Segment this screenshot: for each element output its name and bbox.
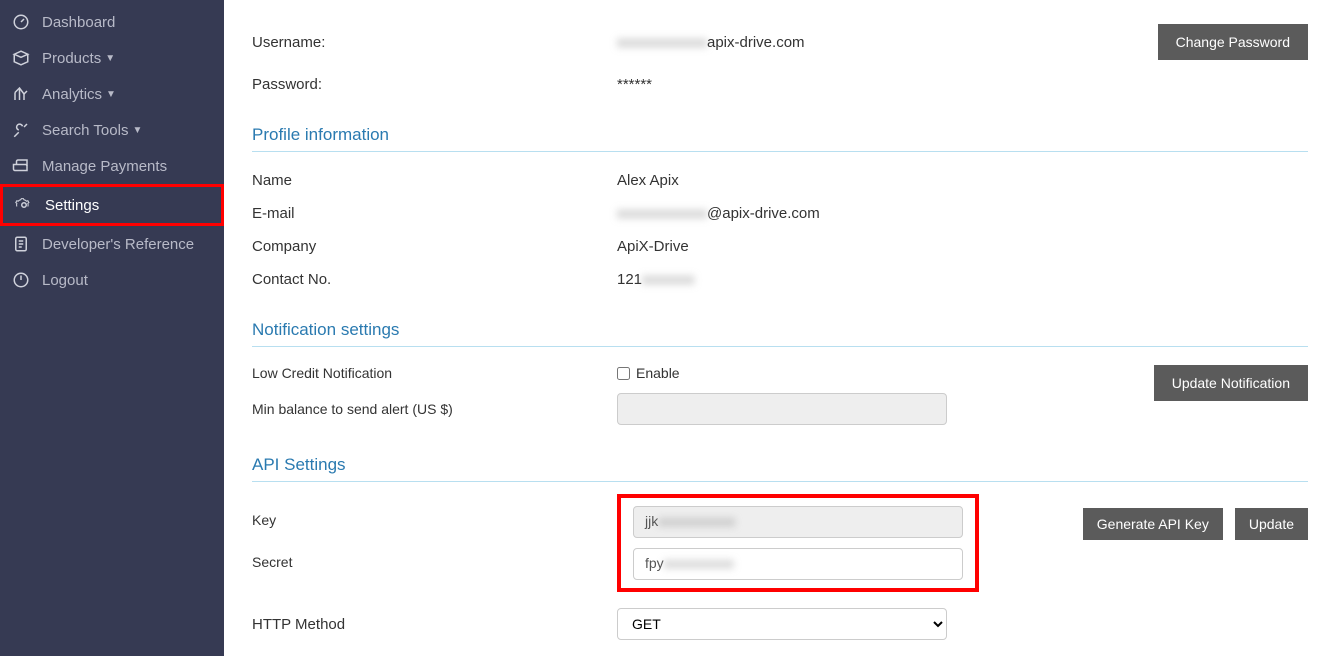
chevron-down-icon: ▼ <box>106 89 116 100</box>
sidebar-item-analytics[interactable]: Analytics ▼ <box>0 76 224 112</box>
chevron-down-icon: ▼ <box>132 125 142 136</box>
sidebar-item-label: Manage Payments <box>42 158 167 175</box>
low-credit-label: Low Credit Notification <box>252 365 617 381</box>
name-label: Name <box>252 172 617 189</box>
password-value: ****** <box>617 76 1108 93</box>
sidebar-item-label: Search Tools <box>42 122 128 139</box>
chevron-down-icon: ▼ <box>105 53 115 64</box>
logout-icon <box>10 269 32 291</box>
sidebar-item-label: Logout <box>42 272 88 289</box>
email-value: xxxxxxxxxxxx@apix-drive.com <box>617 205 1308 222</box>
sidebar-item-settings[interactable]: Settings <box>0 184 224 226</box>
enable-label: Enable <box>636 365 680 381</box>
update-notification-button[interactable]: Update Notification <box>1154 365 1308 401</box>
sidebar-item-label: Analytics <box>42 86 102 103</box>
sidebar-item-dashboard[interactable]: Dashboard <box>0 4 224 40</box>
update-api-button[interactable]: Update <box>1235 508 1308 540</box>
sidebar-item-label: Products <box>42 50 101 67</box>
generate-api-key-button[interactable]: Generate API Key <box>1083 508 1223 540</box>
email-label: E-mail <box>252 205 617 222</box>
http-method-select[interactable]: GET <box>617 608 947 640</box>
sidebar-item-search-tools[interactable]: Search Tools ▼ <box>0 112 224 148</box>
api-secret-label: Secret <box>252 554 617 570</box>
username-label: Username: <box>252 34 617 51</box>
company-value: ApiX-Drive <box>617 238 1308 255</box>
contact-label: Contact No. <box>252 271 617 288</box>
name-value: Alex Apix <box>617 172 1308 189</box>
dashboard-icon <box>10 11 32 33</box>
reference-icon <box>10 233 32 255</box>
api-section-title: API Settings <box>252 455 1308 482</box>
notification-section-title: Notification settings <box>252 320 1308 347</box>
api-secret-input[interactable] <box>633 548 963 580</box>
sidebar-item-label: Dashboard <box>42 14 115 31</box>
sidebar-item-manage-payments[interactable]: Manage Payments <box>0 148 224 184</box>
api-key-input[interactable] <box>633 506 963 538</box>
sidebar-item-logout[interactable]: Logout <box>0 262 224 298</box>
username-value: xxxxxxxxxxxxapix-drive.com <box>617 34 1108 51</box>
min-balance-input[interactable] <box>617 393 947 425</box>
company-label: Company <box>252 238 617 255</box>
http-method-label: HTTP Method <box>252 616 617 633</box>
payments-icon <box>10 155 32 177</box>
contact-value: 121xxxxxxx <box>617 271 1308 288</box>
api-key-label: Key <box>252 512 617 528</box>
search-tools-icon <box>10 119 32 141</box>
profile-section-title: Profile information <box>252 125 1308 152</box>
sidebar-item-label: Developer's Reference <box>42 236 194 253</box>
main-content: Username: xxxxxxxxxxxxapix-drive.com Cha… <box>224 0 1340 656</box>
api-credentials-highlight: jjkxxxxxxxxxxx fpyxxxxxxxxxx <box>617 494 979 592</box>
enable-checkbox[interactable] <box>617 367 630 380</box>
sidebar-item-developers-reference[interactable]: Developer's Reference <box>0 226 224 262</box>
min-balance-label: Min balance to send alert (US $) <box>252 401 617 417</box>
analytics-icon <box>10 83 32 105</box>
sidebar: Dashboard Products ▼ Analytics ▼ Search … <box>0 0 224 656</box>
password-label: Password: <box>252 76 617 93</box>
change-password-button[interactable]: Change Password <box>1158 24 1308 60</box>
sidebar-item-label: Settings <box>45 197 99 214</box>
settings-icon <box>13 194 35 216</box>
enable-checkbox-group[interactable]: Enable <box>617 365 680 381</box>
sidebar-item-products[interactable]: Products ▼ <box>0 40 224 76</box>
products-icon <box>10 47 32 69</box>
